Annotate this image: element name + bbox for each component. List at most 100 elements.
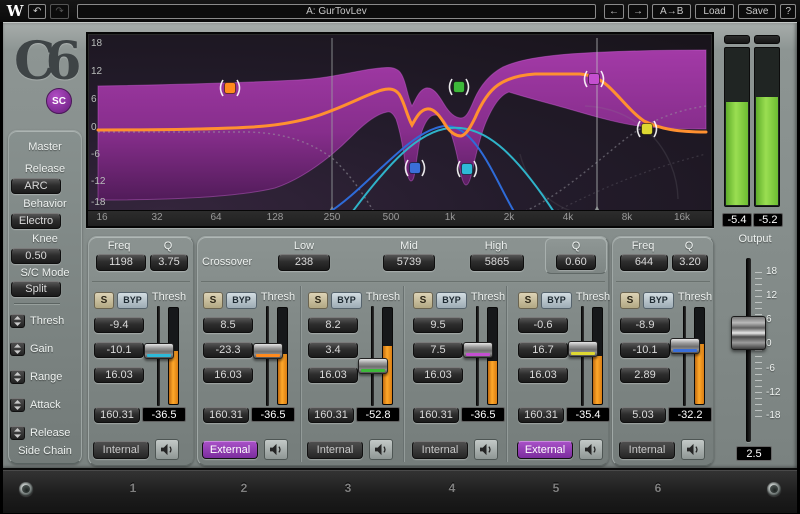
band5-sidechain-route-button[interactable]: External bbox=[517, 441, 573, 459]
band2-monitor-button[interactable] bbox=[264, 439, 288, 460]
prev-preset-icon[interactable]: ← bbox=[604, 3, 625, 19]
band2-solo-button[interactable]: S bbox=[203, 292, 223, 309]
band1-monitor-button[interactable] bbox=[155, 439, 179, 460]
band4-gain-value[interactable]: 9.5 bbox=[413, 317, 463, 333]
band3-gain-value[interactable]: 8.2 bbox=[308, 317, 358, 333]
band-number-label: 6 bbox=[654, 481, 662, 495]
band4-monitor-button[interactable] bbox=[474, 439, 498, 460]
next-preset-icon[interactable]: → bbox=[628, 3, 649, 19]
band5-range-value[interactable]: 16.7 bbox=[518, 342, 568, 358]
preset-name-field[interactable]: A: GurTovLev bbox=[76, 3, 597, 19]
band1-release-value[interactable]: 160.31 bbox=[94, 407, 140, 423]
band2-gain-value[interactable]: 8.5 bbox=[203, 317, 253, 333]
output-meter-left bbox=[724, 47, 750, 207]
output-fader-track[interactable] bbox=[746, 258, 751, 442]
band3-bypass-button[interactable]: BYP bbox=[331, 292, 362, 309]
band1-solo-button[interactable]: S bbox=[94, 292, 114, 309]
release-link-stepper[interactable] bbox=[10, 425, 25, 440]
band3-release-value[interactable]: 160.31 bbox=[308, 407, 354, 423]
output-value[interactable]: 2.5 bbox=[736, 446, 772, 461]
band2-sidechain-route-button[interactable]: External bbox=[202, 441, 258, 459]
gain-link-stepper[interactable] bbox=[10, 341, 25, 356]
band3-marker[interactable] bbox=[448, 78, 470, 96]
dim-arc bbox=[519, 153, 608, 215]
band4-range-value[interactable]: 7.5 bbox=[413, 342, 463, 358]
band5-attack-value[interactable]: 16.03 bbox=[518, 367, 568, 383]
band6-release-value[interactable]: 5.03 bbox=[620, 407, 666, 423]
band6-attack-value[interactable]: 2.89 bbox=[620, 367, 670, 383]
load-button[interactable]: Load bbox=[695, 3, 734, 19]
band3-range-value[interactable]: 3.4 bbox=[308, 342, 358, 358]
band1-gain-value[interactable]: -9.4 bbox=[94, 317, 144, 333]
band3-attack-value[interactable]: 16.03 bbox=[308, 367, 358, 383]
behavior-button[interactable]: Electro bbox=[11, 213, 61, 229]
thresh-link-stepper[interactable] bbox=[10, 313, 25, 328]
band2-attack-value[interactable]: 16.03 bbox=[203, 367, 253, 383]
band2-thresh-fader-thumb[interactable] bbox=[253, 343, 283, 359]
clip-led-left[interactable] bbox=[724, 35, 750, 44]
band1-sidechain-route-button[interactable]: Internal bbox=[93, 441, 149, 459]
band5-release-value[interactable]: 160.31 bbox=[518, 407, 564, 423]
band5-thresh-fader-thumb[interactable] bbox=[568, 341, 598, 357]
band5-thresh-label: Thresh bbox=[575, 291, 611, 303]
band3-monitor-button[interactable] bbox=[369, 439, 393, 460]
band1-range-value[interactable]: -10.1 bbox=[94, 342, 144, 358]
band3-thresh-fader-thumb[interactable] bbox=[358, 358, 388, 374]
band5-solo-button[interactable]: S bbox=[518, 292, 538, 309]
band6-thresh-fader-thumb[interactable] bbox=[670, 338, 700, 354]
frequency-graph[interactable]: 18 12 6 0 -6 -12 -18 16 32 64 128 250 50… bbox=[86, 32, 714, 228]
speaker-icon bbox=[374, 443, 386, 456]
band5-gain-value[interactable]: -0.6 bbox=[518, 317, 568, 333]
band6-thresh-value[interactable]: -32.2 bbox=[668, 407, 712, 422]
band6-sidechain-route-button[interactable]: Internal bbox=[619, 441, 675, 459]
band-number-label: 5 bbox=[552, 481, 560, 495]
band4-sidechain-route-button[interactable]: Internal bbox=[412, 441, 468, 459]
redo-icon[interactable]: ↷ bbox=[50, 3, 69, 19]
band6-bypass-button[interactable]: BYP bbox=[643, 292, 674, 309]
link-row-range: Range bbox=[10, 369, 72, 384]
band2-bypass-button[interactable]: BYP bbox=[226, 292, 257, 309]
undo-icon[interactable]: ↶ bbox=[28, 3, 47, 19]
band3-sidechain-route-button[interactable]: Internal bbox=[307, 441, 363, 459]
y-tick-label: 12 bbox=[91, 66, 103, 77]
band1-bypass-button[interactable]: BYP bbox=[117, 292, 148, 309]
screw-icon bbox=[19, 482, 33, 496]
x-tick-label: 1k bbox=[444, 212, 456, 223]
band4-attack-value[interactable]: 16.03 bbox=[413, 367, 463, 383]
clip-led-right[interactable] bbox=[754, 35, 780, 44]
sc-mode-button[interactable]: Split bbox=[11, 281, 61, 297]
band1-thresh-fader-thumb[interactable] bbox=[144, 343, 174, 359]
save-button[interactable]: Save bbox=[737, 3, 777, 19]
band1-thresh-value[interactable]: -36.5 bbox=[142, 407, 186, 422]
output-fader-thumb[interactable] bbox=[731, 316, 766, 350]
band4-thresh-fader-thumb[interactable] bbox=[463, 342, 493, 358]
band5-thresh-value[interactable]: -35.4 bbox=[566, 407, 610, 422]
titlebar: W ↶ ↷ A: GurTovLev ← → A→B Load Save ? bbox=[0, 0, 800, 22]
band6-solo-button[interactable]: S bbox=[620, 292, 640, 309]
knee-value-button[interactable]: 0.50 bbox=[11, 248, 61, 264]
band3-thresh-value[interactable]: -52.8 bbox=[356, 407, 400, 422]
band1-strip: S BYP Thresh -9.4 -10.1 16.03 160.31 -36… bbox=[88, 236, 190, 466]
band6-gain-value[interactable]: -8.9 bbox=[620, 317, 670, 333]
band4-solo-button[interactable]: S bbox=[413, 292, 433, 309]
band6-thresh-fader-track[interactable] bbox=[683, 306, 686, 406]
band4-release-value[interactable]: 160.31 bbox=[413, 407, 459, 423]
band2-range-value[interactable]: -23.3 bbox=[203, 342, 253, 358]
band5-bypass-button[interactable]: BYP bbox=[541, 292, 572, 309]
a-to-b-button[interactable]: A→B bbox=[652, 3, 692, 19]
band6-monitor-button[interactable] bbox=[681, 439, 705, 460]
band3-solo-button[interactable]: S bbox=[308, 292, 328, 309]
help-button[interactable]: ? bbox=[780, 3, 796, 19]
sidechain-badge: SC bbox=[46, 88, 72, 114]
band3-thresh-fader-track[interactable] bbox=[371, 306, 374, 406]
band4-bypass-button[interactable]: BYP bbox=[436, 292, 467, 309]
range-link-stepper[interactable] bbox=[10, 369, 25, 384]
band6-range-value[interactable]: -10.1 bbox=[620, 342, 670, 358]
band1-attack-value[interactable]: 16.03 bbox=[94, 367, 144, 383]
band5-monitor-button[interactable] bbox=[579, 439, 603, 460]
band2-thresh-value[interactable]: -36.5 bbox=[251, 407, 295, 422]
band4-thresh-value[interactable]: -36.5 bbox=[461, 407, 505, 422]
band2-release-value[interactable]: 160.31 bbox=[203, 407, 249, 423]
attack-link-stepper[interactable] bbox=[10, 397, 25, 412]
release-mode-button[interactable]: ARC bbox=[11, 178, 61, 194]
